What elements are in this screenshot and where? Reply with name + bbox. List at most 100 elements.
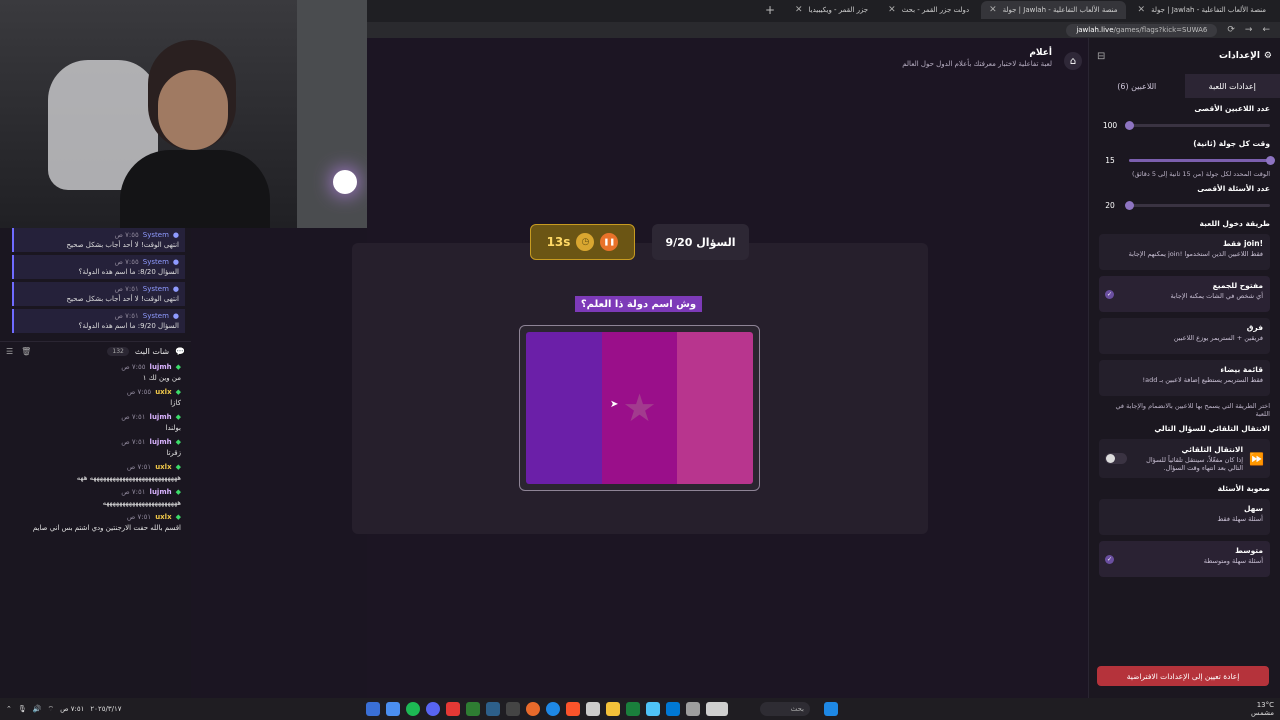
message-user: System: [142, 231, 169, 239]
url-field[interactable]: jawlah.live/games/flags?kick=SUWA6: [1066, 23, 1218, 37]
pause-button[interactable]: ❚❚: [600, 233, 619, 251]
app-icon[interactable]: [666, 702, 680, 716]
app-icon[interactable]: [686, 702, 700, 716]
slider-handle[interactable]: [1266, 155, 1275, 165]
windows-start-icon[interactable]: [824, 702, 838, 716]
mic-icon[interactable]: 🎙: [18, 705, 27, 713]
message-time: ٧:٥١ ص: [121, 488, 146, 496]
trash-icon[interactable]: 🗑: [21, 347, 31, 356]
user-badge-icon: ◆: [175, 513, 181, 521]
spotify-icon[interactable]: [406, 702, 420, 716]
tab-wiki[interactable]: ✕ جزر القمر - ويكيبيديا: [787, 1, 876, 19]
option-card[interactable]: قائمة بيضاء فقط الستريمر يستطيع إضافة لاع…: [1099, 360, 1270, 396]
app-icon[interactable]: [706, 702, 728, 716]
new-tab-button[interactable]: +: [757, 3, 783, 17]
tab-jawlah-active[interactable]: ✕ جولة | Jawlah - منصة الألعاب التفاعلية: [981, 1, 1126, 19]
system-tray: ⌃ 🎙 🔊 ⌔ ٧:٥١ ص ٢٠٢٥/٣/١٧: [6, 705, 121, 714]
chevron-up-icon[interactable]: ⌃: [6, 705, 12, 713]
app-icon[interactable]: [366, 702, 380, 716]
slider-handle[interactable]: [1125, 200, 1134, 210]
tab-search[interactable]: ✕ دولت جزر القمر - بحث: [880, 1, 977, 19]
option-card[interactable]: سهل أسئلة سهلة فقط: [1099, 499, 1270, 535]
settings-tabs: إعدادات اللعبة اللاعبين (6): [1089, 74, 1280, 98]
app-icon[interactable]: [506, 702, 520, 716]
message-text: انتهى الوقت! لا أحد أجاب بشكل صحيح: [66, 241, 179, 249]
question-counter: السؤال 9/20: [652, 224, 749, 260]
app-icon[interactable]: [586, 702, 600, 716]
back-icon[interactable]: ←: [1262, 25, 1270, 35]
message-user[interactable]: lujmh: [150, 488, 172, 496]
message-text: من وين لك ١: [142, 374, 181, 382]
message-user[interactable]: uxlx: [155, 463, 171, 471]
option-card[interactable]: ✓ مفتوح للجميع أي شخص في الشات يمكنه الإجا…: [1099, 276, 1270, 312]
close-icon[interactable]: ✕: [1138, 5, 1146, 15]
brave-icon[interactable]: [566, 702, 580, 716]
round-time-slider[interactable]: 15: [1099, 152, 1275, 168]
flag-band: [677, 332, 753, 484]
app-icon[interactable]: [386, 702, 400, 716]
home-icon[interactable]: ⌂: [1064, 52, 1082, 70]
settings-panel: ⚙ الإعدادات ⊟ إعدادات اللعبة اللاعبين (6)…: [1088, 38, 1280, 698]
clock-time[interactable]: ٧:٥١ ص: [60, 705, 84, 713]
message-user[interactable]: lujmh: [150, 363, 172, 371]
folder-icon[interactable]: [606, 702, 620, 716]
auto-next-desc: إذا كان مفعّلاً، سينتقل تلقائياً للسؤال …: [1146, 456, 1244, 472]
user-badge-icon: ◆: [175, 488, 181, 496]
round-time-label: وقت كل جولة (ثانية): [1193, 139, 1270, 148]
message-user[interactable]: lujmh: [150, 413, 172, 421]
forward-icon[interactable]: →: [1245, 25, 1253, 35]
app-icon[interactable]: [466, 702, 480, 716]
collapse-panel-icon[interactable]: ⊟: [1097, 51, 1105, 62]
chat-message: ◆ uxlx ٧:٥٥ ص كازا: [10, 388, 181, 407]
difficulty-label: صعوبة الأسئلة: [1217, 484, 1270, 493]
message-user[interactable]: uxlx: [155, 388, 171, 396]
close-icon[interactable]: ✕: [989, 5, 997, 15]
user-badge-icon: ◆: [175, 413, 181, 421]
user-badge-icon: ◆: [175, 438, 181, 446]
app-icon[interactable]: [626, 702, 640, 716]
message-time: ٧:٥١ ص: [114, 285, 139, 293]
fast-forward-icon: ⏩: [1249, 451, 1264, 466]
close-icon[interactable]: ✕: [795, 5, 803, 15]
message-user[interactable]: lujmh: [150, 438, 172, 446]
stream-chat-panel: ● System ٧:٥٥ ص انتهى الوقت! لا أحد أجاب بش…: [0, 228, 191, 698]
browser-chrome: + ✕ جزر القمر - ويكيبيديا ✕ دولت جزر القمر…: [367, 0, 1280, 38]
weather-widget[interactable]: 13°C مشمس: [1251, 701, 1274, 717]
max-players-slider[interactable]: 100: [1099, 117, 1270, 133]
reset-defaults-button[interactable]: إعادة تعيين إلى الإعدادات الافتراضية: [1097, 666, 1269, 686]
max-questions-slider[interactable]: 20: [1099, 197, 1270, 213]
auto-next-title: الانتقال التلقائي: [1181, 445, 1244, 454]
app-icon[interactable]: [526, 702, 540, 716]
wifi-icon[interactable]: ⌔: [47, 705, 54, 714]
message-text: زقرتا: [166, 449, 181, 457]
option-desc: فقط اللاعبين الذين استخدموا !join يمكنهم…: [1128, 250, 1263, 258]
message-user: System: [142, 312, 169, 320]
option-card[interactable]: فرق فريقين + الستريمر يوزع اللاعبين: [1099, 318, 1270, 354]
auto-next-toggle[interactable]: [1105, 453, 1127, 464]
clock-date[interactable]: ٢٠٢٥/٣/١٧: [90, 705, 121, 713]
volume-icon[interactable]: 🔊: [33, 705, 42, 713]
slider-handle[interactable]: [1125, 120, 1134, 130]
message-text: هههههههههههههههههههههههه: [102, 499, 181, 507]
menu-icon[interactable]: ☰: [6, 347, 13, 356]
edge-icon[interactable]: [546, 702, 560, 716]
round-time-value: 15: [1105, 155, 1115, 165]
user-badge-icon: ◆: [175, 363, 181, 371]
app-icon[interactable]: [446, 702, 460, 716]
message-user[interactable]: uxlx: [155, 513, 171, 521]
message-time: ٧:٥١ ص: [121, 438, 146, 446]
reload-icon[interactable]: ⟳: [1227, 25, 1235, 35]
tab-jawlah[interactable]: ✕ جولة | Jawlah - منصة الألعاب التفاعلية: [1130, 1, 1274, 19]
mouse-cursor-icon: ➤: [610, 399, 619, 410]
close-icon[interactable]: ✕: [888, 5, 896, 15]
message-time: ٧:٥١ ص: [126, 513, 152, 521]
discord-icon[interactable]: [426, 702, 440, 716]
option-card[interactable]: !join فقط فقط اللاعبين الذين استخدموا !jo…: [1099, 234, 1270, 270]
steam-icon[interactable]: [486, 702, 500, 716]
app-icon[interactable]: [646, 702, 660, 716]
taskbar-search[interactable]: بحث: [760, 702, 810, 716]
game-header: أعلام لعبة تفاعلية لاختبار معرفتك بأعلام…: [902, 48, 1052, 68]
tab-players[interactable]: اللاعبين (6): [1089, 74, 1185, 98]
option-card[interactable]: ✓ متوسط أسئلة سهلة ومتوسطة: [1099, 541, 1270, 577]
tab-game-settings[interactable]: إعدادات اللعبة: [1184, 74, 1280, 98]
